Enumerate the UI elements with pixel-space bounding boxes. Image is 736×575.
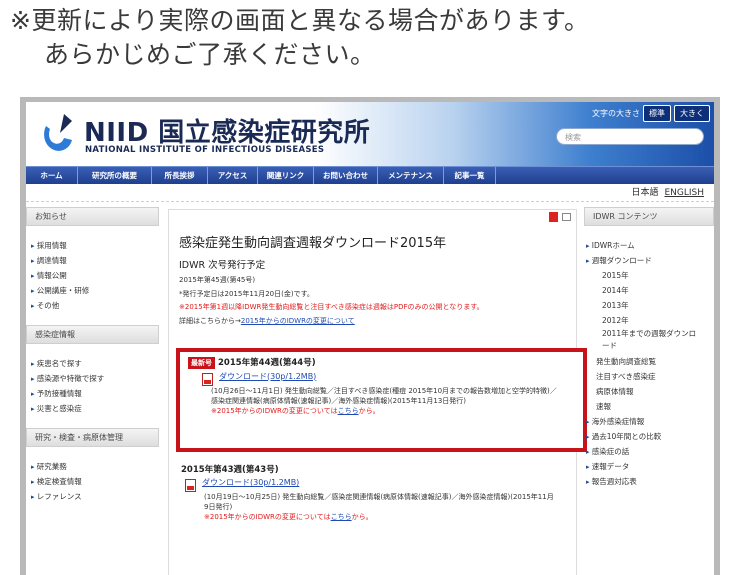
sidebar-item[interactable]: 予防接種情報: [31, 386, 159, 401]
next-issue-week: 2015年第45週(第45号): [179, 276, 256, 284]
idwr-menu-item[interactable]: 速報データ: [586, 459, 714, 474]
idwr-menu-item[interactable]: 週報ダウンロード: [586, 253, 714, 268]
week-43-description: (10月19日～10月25日) 発生動向総覧／感染症関連情報(病原体情報(速報記…: [204, 493, 554, 511]
week-43-entry: 2015年第43週(第43号) ダウンロード(30p/1.2MB) (10月19…: [181, 463, 561, 522]
idwr-menu-item[interactable]: 2015年: [586, 268, 714, 283]
nav-item[interactable]: 関連リンク: [258, 167, 314, 184]
latest-note-suffix: から。: [358, 406, 380, 415]
niid-logo-icon: [44, 114, 72, 151]
notice-line-2: あらかじめご了承ください。: [44, 40, 376, 69]
lang-japanese-link[interactable]: 日本語: [631, 184, 658, 201]
pdf-file-icon[interactable]: [202, 372, 213, 386]
notice-line-1: ※更新により実際の画面と異なる場合があります。: [10, 6, 590, 35]
sidebar-list-research: 研究業務検定検査情報レファレンス: [31, 459, 159, 504]
latest-week-note: ※2015年からのIDWRの変更についてはこちらから。: [211, 406, 575, 416]
nav-item[interactable]: アクセス: [208, 167, 258, 184]
idwr-menu-item[interactable]: 報告週対応表: [586, 474, 714, 489]
sidebar-item[interactable]: 検定検査情報: [31, 474, 159, 489]
left-sidebar: お知らせ 採用情報調達情報情報公開公開講座・研修その他 感染症情報 疾患名で探す…: [26, 207, 159, 504]
next-issue-heading: IDWR 次号発行予定: [179, 260, 266, 271]
week-43-note-link[interactable]: こちら: [331, 513, 352, 521]
main-content: 感染症発生動向調査週報ダウンロード2015年 IDWR 次号発行予定 2015年…: [168, 209, 587, 575]
site-title[interactable]: NIID 国立感染症研究所: [84, 112, 370, 149]
week-43-note-suffix: から。: [351, 513, 373, 521]
idwr-menu-item[interactable]: 感染症の話: [586, 444, 714, 459]
browser-frame: NIID 国立感染症研究所 NATIONAL INSTITUTE OF INFE…: [20, 97, 720, 575]
idwr-menu-item[interactable]: 病原体情報: [586, 384, 714, 399]
idwr-menu-item[interactable]: 2014年: [586, 283, 714, 298]
text-size-control: 文字の大きさ 標準 大きく: [592, 105, 710, 122]
idwr-menu-item[interactable]: 2011年までの週報ダウンロード: [586, 328, 698, 354]
idwr-menu-item[interactable]: 速報: [586, 399, 714, 414]
idwr-menu-item[interactable]: 発生動向調査総覧: [586, 354, 714, 369]
search-input[interactable]: 検索: [556, 128, 704, 145]
pdf-file-icon[interactable]: [185, 479, 196, 492]
idwr-menu-item[interactable]: 注目すべき感染症: [586, 369, 714, 384]
latest-week-highlight: 最新号 2015年第44週(第44号) ダウンロード(30p/1.2MB) (10…: [176, 348, 587, 452]
page-title: 感染症発生動向調査週報ダウンロード2015年: [179, 236, 447, 251]
lang-english-link[interactable]: ENGLISH: [664, 184, 704, 201]
next-issue-date: *発行予定日は2015年11月20日(金)です。: [179, 290, 314, 298]
notice: ※更新により実際の画面と異なる場合があります。 あらかじめご了承ください。: [10, 4, 730, 72]
latest-week-title: 最新号 2015年第44週(第44号): [188, 356, 575, 369]
sidebar-heading-news: お知らせ: [26, 207, 159, 226]
sidebar-item[interactable]: その他: [31, 298, 159, 313]
sidebar-item[interactable]: 調達情報: [31, 253, 159, 268]
detail-line: 詳細はこちらから→2015年からのIDWRの変更について: [179, 316, 576, 326]
sidebar-item[interactable]: 研究業務: [31, 459, 159, 474]
pdf-only-notice: ※2015年第1週以降IDWR発生動向総覧と注目すべき感染症は週報はPDFのみの…: [179, 303, 484, 311]
pdf-icon[interactable]: [549, 212, 558, 222]
sidebar-item[interactable]: レファレンス: [31, 489, 159, 504]
sidebar-item[interactable]: 公開講座・研修: [31, 283, 159, 298]
week-43-note: ※2015年からのIDWRの変更についてはこちらから。: [204, 512, 561, 522]
sidebar-item[interactable]: 災害と感染症: [31, 401, 159, 416]
latest-note-link[interactable]: こちら: [338, 407, 359, 415]
week-43-download-link[interactable]: ダウンロード(30p/1.2MB): [202, 477, 299, 492]
week-43-title: 2015年第43週(第43号): [181, 465, 279, 475]
latest-note-prefix: ※2015年からのIDWRの変更については: [211, 406, 338, 415]
week-43-download-row: ダウンロード(30p/1.2MB): [181, 477, 561, 492]
nav-item[interactable]: 記事一覧: [444, 167, 496, 184]
latest-week-label: 2015年第44週(第44号): [218, 358, 316, 368]
latest-week-download-row: ダウンロード(30p/1.2MB): [188, 371, 575, 386]
web-page: NIID 国立感染症研究所 NATIONAL INSTITUTE OF INFE…: [26, 102, 714, 575]
detail-prefix: 詳細はこちらから→: [179, 317, 241, 325]
nav-item[interactable]: 所長挨拶: [152, 167, 208, 184]
idwr-menu-item[interactable]: 2012年: [586, 313, 714, 328]
sidebar-heading-infectious: 感染症情報: [26, 325, 159, 344]
print-icon[interactable]: [562, 213, 571, 221]
idwr-menu-item[interactable]: IDWRホーム: [586, 238, 714, 253]
nav-item[interactable]: ホーム: [26, 167, 78, 184]
site-subtitle: NATIONAL INSTITUTE OF INFECTIOUS DISEASE…: [85, 145, 325, 155]
sidebar-item[interactable]: 感染源や特徴で探す: [31, 371, 159, 386]
idwr-menu-item[interactable]: 2013年: [586, 298, 714, 313]
main-nav: ホーム 研究所の概要 所長挨拶 アクセス 関連リンク お問い合わせ メンテナンス 記事一覧: [26, 166, 714, 184]
text-size-label: 文字の大きさ: [592, 109, 640, 118]
content-toolbar: [169, 210, 576, 224]
latest-download-link[interactable]: ダウンロード(30p/1.2MB): [219, 371, 316, 386]
nav-item[interactable]: メンテナンス: [378, 167, 444, 184]
idwr-change-link[interactable]: 2015年からのIDWRの変更について: [241, 317, 355, 325]
right-sidebar: IDWR コンテンツ IDWRホーム週報ダウンロード2015年2014年2013…: [584, 207, 714, 489]
site-header: NIID 国立感染症研究所 NATIONAL INSTITUTE OF INFE…: [26, 102, 714, 166]
week-43-note-prefix: ※2015年からのIDWRの変更については: [204, 513, 331, 521]
sidebar-list-news: 採用情報調達情報情報公開公開講座・研修その他: [31, 238, 159, 313]
latest-badge: 最新号: [188, 356, 215, 369]
latest-week-description: (10月26日～11月1日) 発生動向総覧／注目すべき感染症(種痘 2015年1…: [211, 386, 557, 405]
nav-item[interactable]: お問い合わせ: [314, 167, 378, 184]
idwr-menu-item[interactable]: 海外感染症情報: [586, 414, 714, 429]
sidebar-item[interactable]: 採用情報: [31, 238, 159, 253]
idwr-contents-list: IDWRホーム週報ダウンロード2015年2014年2013年2012年2011年…: [586, 238, 714, 489]
language-switch: 日本語 ENGLISH: [26, 184, 714, 202]
idwr-menu-item[interactable]: 過去10年間との比較: [586, 429, 714, 444]
sidebar-list-infectious: 疾患名で探す感染源や特徴で探す予防接種情報災害と感染症: [31, 356, 159, 416]
sidebar-heading-idwr: IDWR コンテンツ: [584, 207, 714, 226]
sidebar-heading-research: 研究・検査・病原体管理: [26, 428, 159, 447]
sidebar-item[interactable]: 情報公開: [31, 268, 159, 283]
nav-item[interactable]: 研究所の概要: [78, 167, 152, 184]
sidebar-item[interactable]: 疾患名で探す: [31, 356, 159, 371]
text-size-standard-button[interactable]: 標準: [643, 105, 671, 122]
text-size-large-button[interactable]: 大きく: [674, 105, 710, 122]
